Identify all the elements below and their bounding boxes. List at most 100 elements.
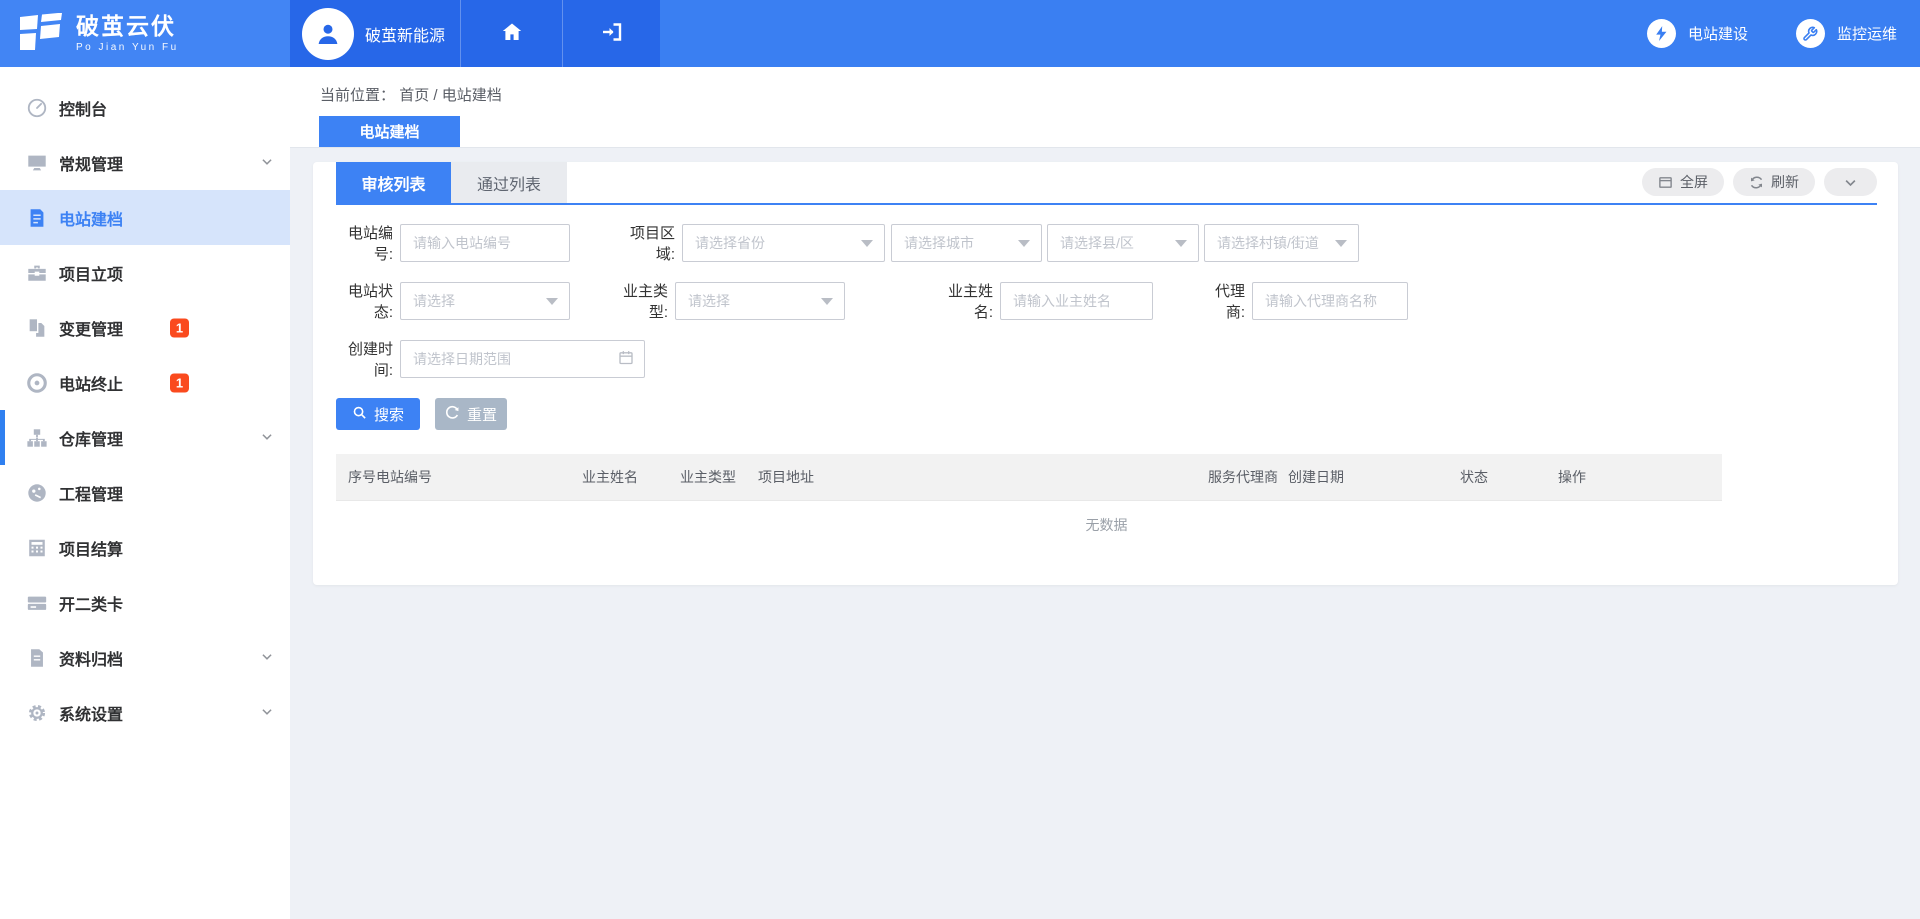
sidebar-item-station-termination[interactable]: 电站终止 1 (0, 355, 290, 410)
home-icon (500, 20, 524, 47)
caret-down-icon (1335, 240, 1347, 247)
sidebar: 控制台 常规管理 电站建档 项目立项 (0, 67, 290, 919)
sidebar-item-data-archive[interactable]: 资料归档 (0, 630, 290, 685)
agent-input[interactable] (1252, 282, 1408, 320)
brand-logo-icon (18, 13, 64, 54)
list-tabstrip: 审核列表 通过列表 全屏 (336, 162, 1877, 205)
breadcrumb-path: 首页 / 电站建档 (399, 87, 502, 104)
col-created-date: 创建日期 (1288, 467, 1460, 487)
city-select[interactable]: 请选择城市 (891, 224, 1042, 262)
sidebar-item-console[interactable]: 控制台 (0, 80, 290, 135)
caret-down-icon (1018, 240, 1030, 247)
company-name: 破茧新能源 (365, 22, 445, 46)
fullscreen-button[interactable]: 全屏 (1642, 168, 1724, 196)
dashboard-icon (26, 97, 48, 119)
lightning-icon (1647, 19, 1676, 48)
search-icon (352, 405, 367, 424)
station-no-label: 电站编号: (336, 222, 393, 264)
status-badge: 1 (170, 373, 189, 392)
station-status-select[interactable]: 请选择 (400, 282, 570, 320)
logout-button[interactable] (562, 0, 660, 67)
page-tab-station-filing[interactable]: 电站建档 (319, 116, 460, 147)
sidebar-item-warehouse-mgmt[interactable]: 仓库管理 (0, 410, 290, 465)
home-button[interactable] (460, 0, 562, 67)
breadcrumb-band: 当前位置： 首页 / 电站建档 电站建档 (290, 67, 1920, 148)
nav-monitoring-ops[interactable]: 监控运维 (1796, 19, 1897, 48)
main-content: 当前位置： 首页 / 电站建档 电站建档 审核列表 通过列表 全屏 (290, 67, 1920, 919)
caret-down-icon (1175, 240, 1187, 247)
nav-monitoring-ops-label: 监控运维 (1837, 23, 1897, 44)
province-select[interactable]: 请选择省份 (682, 224, 885, 262)
breadcrumb: 当前位置： 首页 / 电站建档 (320, 84, 502, 105)
owner-type-label: 业主类型: (610, 280, 668, 322)
calculator-icon (26, 537, 48, 559)
gauge-icon (26, 482, 48, 504)
sidebar-item-project-initiation[interactable]: 项目立项 (0, 245, 290, 300)
archive-icon (26, 647, 48, 669)
filter-actions: 搜索 重置 (336, 398, 1877, 430)
county-select[interactable]: 请选择县/区 (1047, 224, 1199, 262)
col-owner-type: 业主类型 (680, 467, 758, 487)
record-icon (26, 372, 48, 394)
active-indicator-bar (0, 410, 5, 465)
chevron-down-icon (260, 429, 274, 446)
col-owner-name: 业主姓名 (582, 467, 680, 487)
fullscreen-icon (1658, 175, 1673, 190)
col-service-agent: 服务代理商 (1208, 467, 1288, 487)
document-icon (26, 207, 48, 229)
village-select[interactable]: 请选择村镇/街道 (1204, 224, 1359, 262)
sidebar-item-general-mgmt[interactable]: 常规管理 (0, 135, 290, 190)
col-project-address: 项目地址 (758, 467, 1208, 487)
station-no-input[interactable] (400, 224, 570, 262)
sidebar-item-system-settings[interactable]: 系统设置 (0, 685, 290, 740)
sidebar-item-project-settlement[interactable]: 项目结算 (0, 520, 290, 575)
nav-station-construction-label: 电站建设 (1688, 23, 1748, 44)
sidebar-item-change-mgmt[interactable]: 变更管理 1 (0, 300, 290, 355)
gear-icon (26, 702, 48, 724)
briefcase-icon (26, 262, 48, 284)
caret-down-icon (546, 298, 558, 305)
created-time-label: 创建时间: (336, 338, 393, 380)
reset-button[interactable]: 重置 (435, 398, 507, 430)
col-index: 序号 (336, 467, 376, 487)
copy-icon (26, 317, 48, 339)
owner-name-input[interactable] (1000, 282, 1153, 320)
card-icon (26, 592, 48, 614)
caret-down-icon (821, 298, 833, 305)
topbar-user-cluster: 破茧新能源 (290, 0, 660, 67)
chevron-down-icon (1843, 175, 1858, 190)
refresh-button[interactable]: 刷新 (1733, 168, 1815, 196)
status-badge: 1 (170, 318, 189, 337)
station-status-label: 电站状态: (336, 280, 393, 322)
collapse-toggle-button[interactable] (1824, 168, 1877, 196)
avatar (302, 8, 354, 60)
refresh-icon (1749, 175, 1764, 190)
col-status: 状态 (1460, 467, 1558, 487)
region-label: 项目区域: (613, 222, 675, 264)
sidebar-item-engineering-mgmt[interactable]: 工程管理 (0, 465, 290, 520)
col-station-no: 电站编号 (376, 467, 582, 487)
filter-row-3: 创建时间: (336, 340, 1877, 378)
search-button[interactable]: 搜索 (336, 398, 420, 430)
nav-station-construction[interactable]: 电站建设 (1647, 19, 1748, 48)
owner-type-select[interactable]: 请选择 (675, 282, 845, 320)
reset-icon (445, 405, 460, 424)
page-body: 审核列表 通过列表 全屏 (290, 162, 1920, 919)
filter-row-2: 电站状态: 请选择 业主类型: 请选择 业主姓名: 代理商: (336, 282, 1877, 320)
tab-passed-list[interactable]: 通过列表 (451, 162, 567, 203)
user-icon (313, 19, 343, 49)
sidebar-item-station-filing[interactable]: 电站建档 (0, 190, 290, 245)
chevron-down-icon (260, 704, 274, 721)
sidebar-item-open-class2-card[interactable]: 开二类卡 (0, 575, 290, 630)
tab-review-list[interactable]: 审核列表 (336, 162, 451, 203)
logout-icon (600, 20, 624, 47)
monitor-icon (26, 152, 48, 174)
caret-down-icon (861, 240, 873, 247)
user-account-button[interactable]: 破茧新能源 (290, 0, 460, 67)
brand-logo: 破茧云伏 Po Jian Yun Fu (0, 0, 290, 67)
empty-table-message: 无数据 (336, 501, 1877, 548)
calendar-icon (618, 350, 634, 369)
date-range-input[interactable] (400, 340, 645, 378)
col-actions: 操作 (1558, 467, 1722, 487)
brand-title: 破茧云伏 (76, 15, 179, 38)
